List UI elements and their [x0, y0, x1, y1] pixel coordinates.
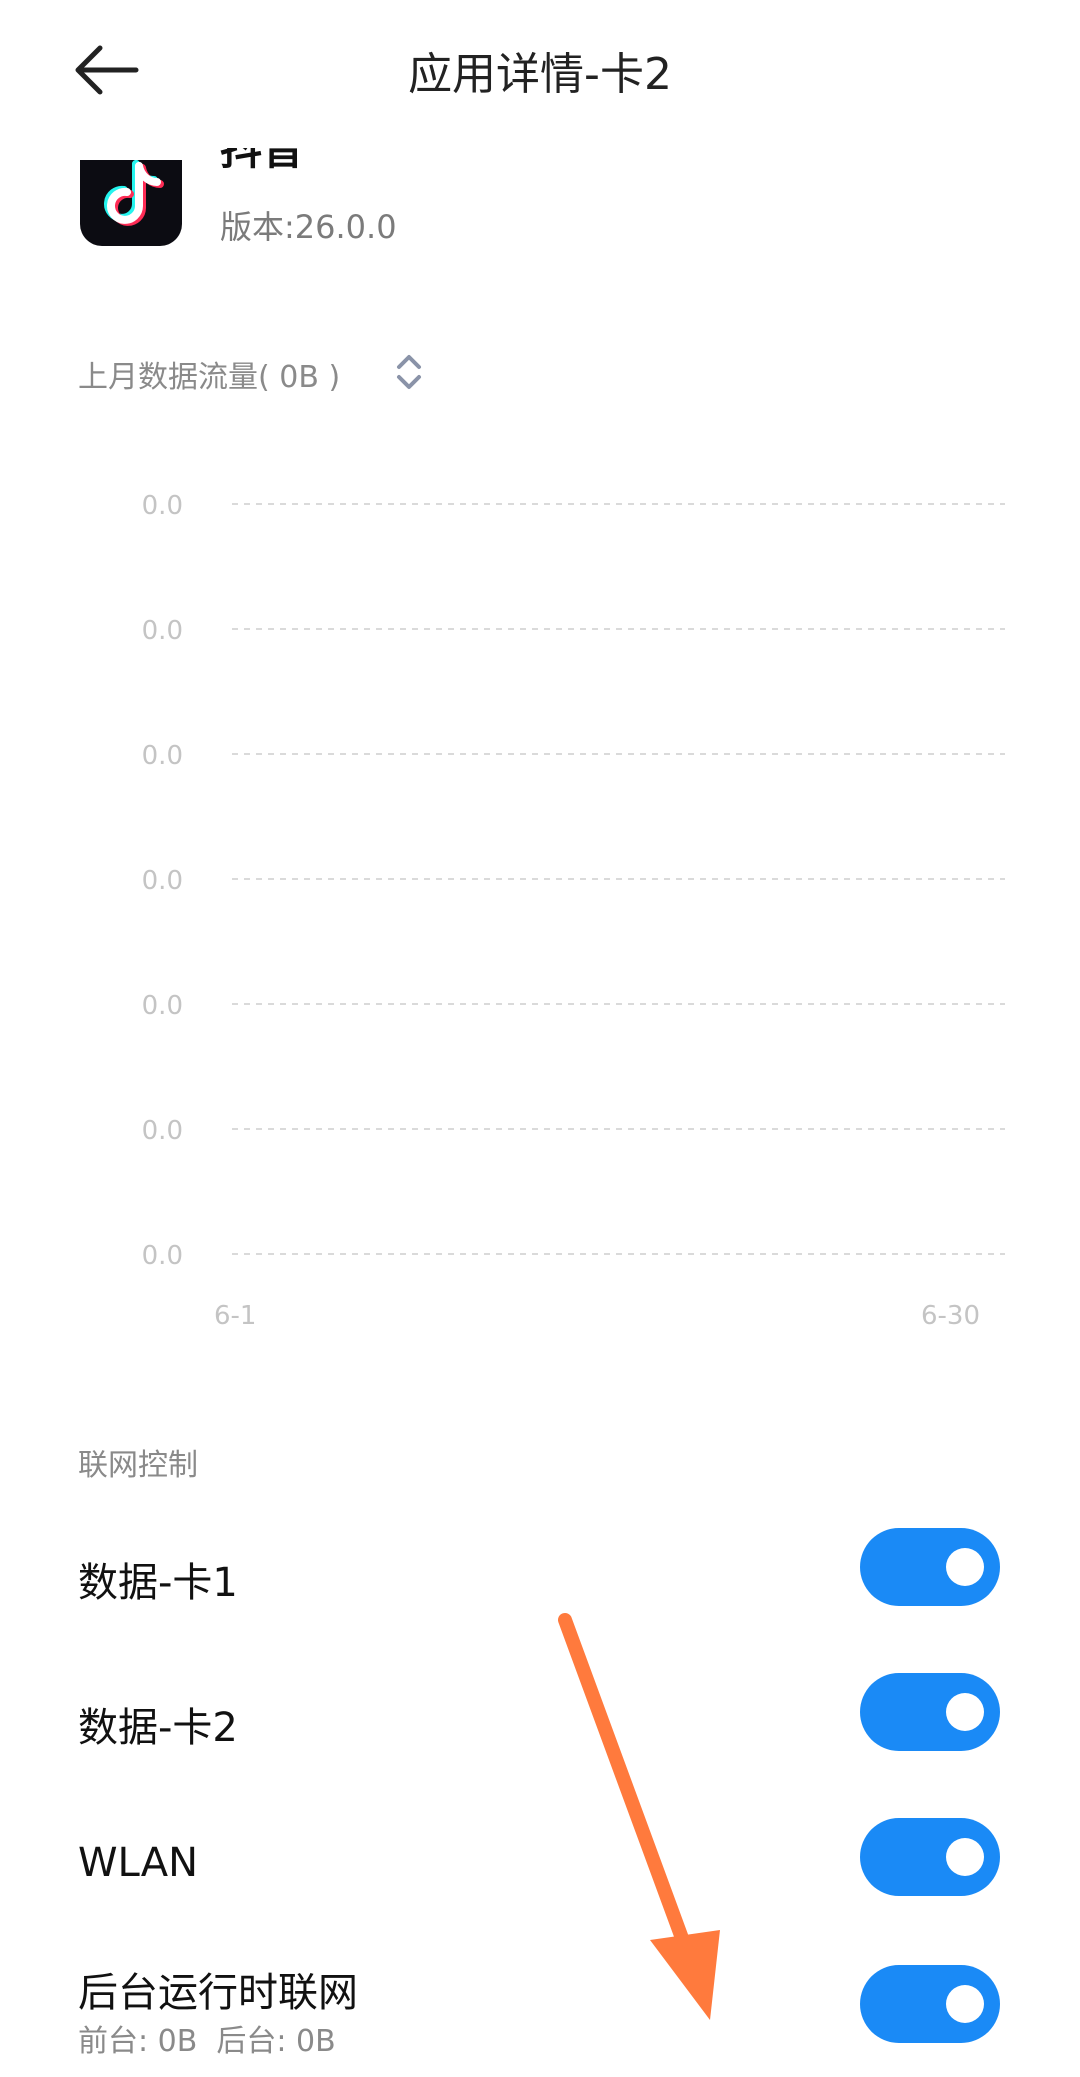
row-data-sim1-label: 数据-卡1 [78, 1560, 238, 1606]
chart-y-tick-label: 0.0 [142, 491, 183, 521]
page-title: 应用详情-卡2 [408, 49, 672, 100]
row-data-sim2-label: 数据-卡2 [78, 1705, 238, 1751]
chart-y-tick-label: 0.0 [142, 991, 183, 1021]
app-version: 版本:26.0.0 [220, 208, 397, 246]
chart-y-tick-label: 0.0 [142, 616, 183, 646]
toggle-knob [946, 1548, 984, 1586]
data-sim2-toggle[interactable] [860, 1673, 1000, 1751]
data-sim1-toggle[interactable] [860, 1528, 1000, 1606]
row-background-network-sub: 前台: 0B 后台: 0B [78, 2024, 336, 2059]
chart-x-tick-label: 6-1 [214, 1301, 256, 1331]
usage-chart: 0.0 0.0 0.0 0.0 0.0 0.0 0.0 6-1 6-30 [142, 491, 1005, 1331]
toggle-knob [946, 1693, 984, 1731]
wlan-toggle[interactable] [860, 1818, 1000, 1896]
background-network-toggle[interactable] [860, 1965, 1000, 2043]
network-control-title: 联网控制 [78, 1448, 198, 1483]
toggle-knob [946, 1985, 984, 2023]
row-wlan-label: WLAN [78, 1840, 199, 1886]
tiktok-app-icon[interactable] [80, 160, 182, 246]
usage-period-label[interactable]: 上月数据流量( 0B ) [78, 352, 340, 396]
chart-y-tick-label: 0.0 [142, 1241, 183, 1271]
chart-y-tick-label: 0.0 [142, 1116, 183, 1146]
chart-y-tick-label: 0.0 [142, 741, 183, 771]
chevron-up-down-icon[interactable] [394, 352, 424, 392]
chart-y-tick-label: 0.0 [142, 866, 183, 896]
chart-x-tick-label: 6-30 [921, 1301, 980, 1331]
toggle-knob [946, 1838, 984, 1876]
annotation-arrow-icon [558, 1613, 720, 2020]
app-name: 抖音 [220, 148, 305, 174]
row-background-network-label: 后台运行时联网 [78, 1970, 358, 2016]
